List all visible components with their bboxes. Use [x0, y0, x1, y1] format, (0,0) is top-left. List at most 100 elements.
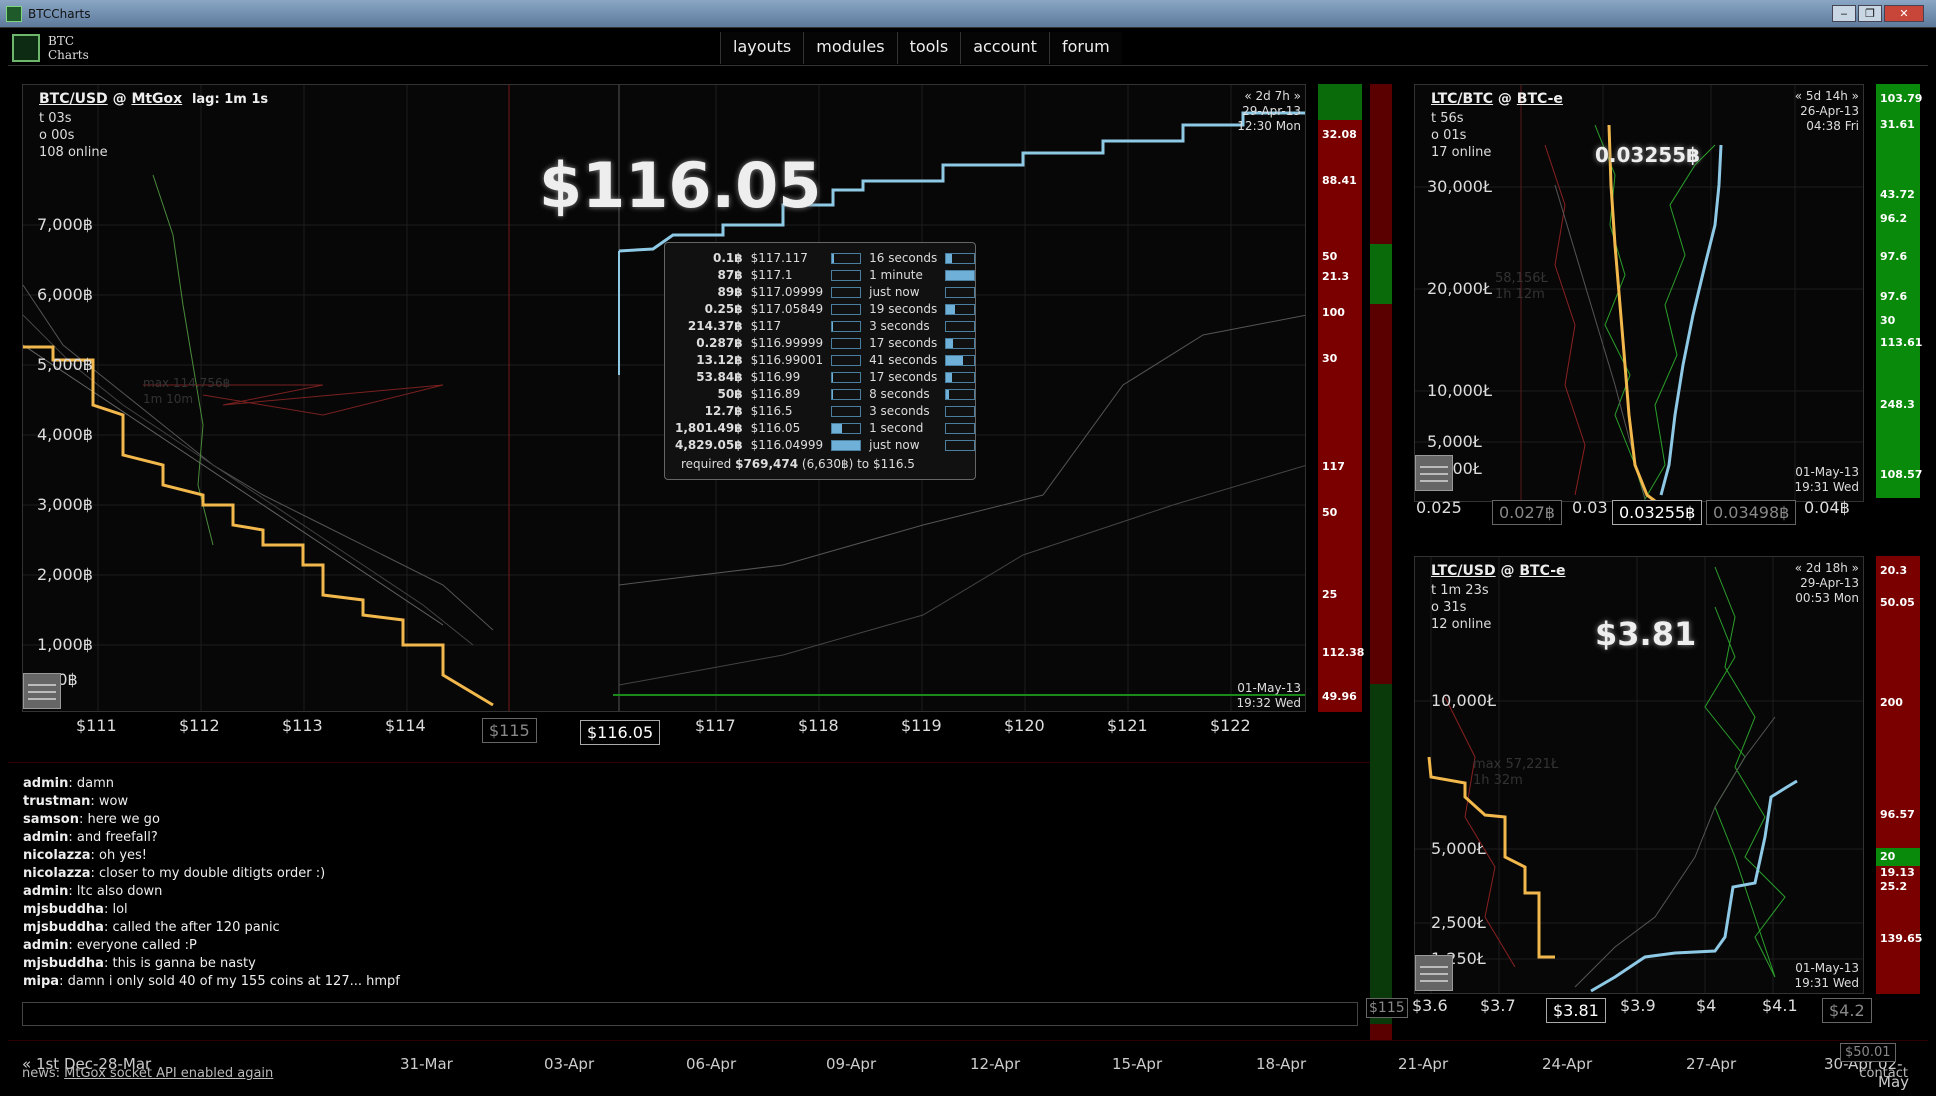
ltcbtc-scroll-handle[interactable]: [1415, 455, 1453, 491]
sidebar-value: 139.65: [1880, 932, 1923, 945]
timeline-date-label: 06-Apr: [686, 1055, 737, 1073]
ltcusd-last-price: $3.81: [1595, 615, 1697, 653]
ltcbtc-orders-sidebar[interactable]: 103.79 31.61 43.72 96.2 97.6 97.6 30 113…: [1876, 84, 1923, 498]
chat-username[interactable]: admin: [23, 884, 68, 899]
btc-scroll-handle[interactable]: [23, 673, 61, 709]
chat-message: mjsbuddha: lol: [8, 901, 1370, 919]
order-volume-bar: [827, 249, 865, 266]
contact-link[interactable]: contact: [1859, 1066, 1908, 1081]
chat-text: : closer to my double ditigts order :): [90, 866, 326, 881]
sidebar-value: 96.57: [1880, 808, 1915, 821]
chat-username[interactable]: mjsbuddha: [23, 956, 104, 971]
order-price: $117.05849: [750, 301, 824, 316]
chat-username[interactable]: admin: [23, 776, 68, 791]
btc-orders-sidebar[interactable]: 32.08 88.41 50 21.3 100 30 117 50 25 112…: [1318, 84, 1364, 712]
chat-username[interactable]: mjsbuddha: [23, 920, 104, 935]
sidebar-value: 50: [1322, 506, 1338, 519]
order-row: 13.12฿ $116.99001 41 seconds: [671, 351, 979, 368]
chat-username[interactable]: nicolazza: [23, 866, 90, 881]
nav-modules[interactable]: modules: [803, 32, 897, 64]
order-price: $116.99: [750, 369, 801, 384]
timeline-date-label: 18-Apr: [1256, 1055, 1307, 1073]
ltcusd-stats: t 1m 23s o 31s 12 online: [1431, 583, 1492, 632]
logo[interactable]: BTC Charts: [12, 32, 102, 64]
nav-tools[interactable]: tools: [896, 32, 961, 64]
order-depth-bar: [941, 402, 979, 419]
chat-panel: admin: damn trustman: wow samson: here we …: [8, 762, 1370, 1034]
timeline-date-label: 03-Apr: [544, 1055, 595, 1073]
x-axis-label: $119: [901, 716, 942, 735]
chat-username[interactable]: samson: [23, 812, 79, 827]
order-age: 41 seconds: [869, 352, 938, 367]
ltcusd-orders-sidebar[interactable]: 20.3 50.05 200 96.57 20 19.13 25.2 139.6…: [1876, 556, 1923, 994]
chat-text: : damn i only sold 40 of my 155 coins at…: [59, 974, 400, 989]
sidebar-value: 108.57: [1880, 468, 1923, 481]
order-price: $116.05: [750, 420, 801, 435]
chat-input[interactable]: [22, 1002, 1358, 1026]
chat-username[interactable]: mipa: [23, 974, 59, 989]
maximize-button[interactable]: ❐: [1858, 5, 1882, 22]
order-price: $116.5: [750, 403, 793, 418]
btc-range-top[interactable]: « 2d 7h » 29-Apr-13 12:30 Mon: [1237, 89, 1301, 134]
order-row: 1,801.49฿ $116.05 1 second: [671, 419, 979, 436]
chat-username[interactable]: nicolazza: [23, 848, 90, 863]
nav-forum[interactable]: forum: [1048, 32, 1122, 64]
window-titlebar: BTCCharts ‒ ❐ ✕: [0, 0, 1936, 28]
ltcbtc-range-top[interactable]: « 5d 14h » 26-Apr-13 04:38 Fri: [1795, 89, 1859, 134]
sidebar-value: 25.2: [1880, 880, 1908, 893]
order-age: 16 seconds: [869, 250, 938, 265]
main-nav: layouts modules tools account forum: [720, 32, 1122, 64]
ltcbtc-x-box-dim: 0.027฿: [1492, 500, 1562, 525]
timeline-bar[interactable]: « 1st Dec-28-Mar 31-Mar 03-Apr 06-Apr 09-Apr…: [8, 1040, 1928, 1096]
order-volume-bar: [827, 266, 865, 283]
nav-account[interactable]: account: [960, 32, 1049, 64]
chat-username[interactable]: mjsbuddha: [23, 902, 104, 917]
order-price: $117.1: [750, 267, 793, 282]
chat-username[interactable]: admin: [23, 938, 68, 953]
sidebar-value: 20: [1880, 850, 1896, 863]
order-row: 0.287฿ $116.99999 17 seconds: [671, 334, 979, 351]
minimize-button[interactable]: ‒: [1832, 5, 1856, 22]
x-axis-label: $111: [76, 716, 117, 735]
ltcusd-range-top[interactable]: « 2d 18h » 29-Apr-13 00:53 Mon: [1795, 561, 1859, 606]
ltcbtc-stats: t 56s o 01s 17 online: [1431, 111, 1492, 160]
x-axis-label: $118: [798, 716, 839, 735]
timeline-date-label: 12-Apr: [970, 1055, 1021, 1073]
y-axis-label: 30,000Ł: [1427, 177, 1492, 196]
order-age: just now: [869, 437, 920, 452]
logo-text-line2: Charts: [48, 48, 89, 62]
chat-username[interactable]: admin: [23, 830, 68, 845]
ltc-btc-depth-chart[interactable]: LTC/BTC @ BTC-e t 56s o 01s 17 online 58,1…: [1414, 84, 1864, 502]
order-age: 8 seconds: [869, 386, 930, 401]
ltcusd-scroll-handle[interactable]: [1415, 955, 1453, 991]
y-axis-label: 10,000Ł: [1431, 691, 1496, 710]
ltcusd-ghost-annotation: max 57,221Ł 1h 32m: [1473, 757, 1559, 788]
chat-username[interactable]: trustman: [23, 794, 90, 809]
window-controls: ‒ ❐ ✕: [1832, 5, 1924, 22]
sidebar-value: 88.41: [1322, 174, 1357, 187]
news-link[interactable]: MtGox socket API enabled again: [64, 1066, 273, 1081]
btc-range-bottom: 01-May-13 19:32 Wed: [1236, 681, 1301, 710]
sidebar-value: 32.08: [1322, 128, 1357, 141]
window-title: BTCCharts: [28, 7, 91, 21]
logo-text-line1: BTC: [48, 34, 75, 48]
order-table: 0.1฿ $117.117 16 seconds 87฿ $117.1 1 minute 8…: [671, 249, 979, 453]
btc-pair-label[interactable]: BTC/USD @ MtGox lag: 1m 1s: [39, 91, 268, 107]
chat-message: nicolazza: closer to my double ditigts o…: [8, 865, 1370, 883]
y-axis-label: 5,000Ł: [1427, 432, 1482, 451]
close-button[interactable]: ✕: [1884, 5, 1924, 22]
chat-log: admin: damn trustman: wow samson: here we …: [8, 763, 1370, 991]
x-axis-label: 0.025: [1416, 498, 1462, 517]
chat-text: : wow: [90, 794, 129, 809]
order-amount: 12.7฿: [704, 403, 743, 418]
x-axis-label: $117: [695, 716, 736, 735]
ltcbtc-pair-label[interactable]: LTC/BTC @ BTC-e: [1431, 91, 1563, 107]
order-price: $117: [750, 318, 782, 333]
ltcusd-pair-label[interactable]: LTC/USD @ BTC-e: [1431, 563, 1566, 579]
sidebar-value: 113.61: [1880, 336, 1923, 349]
nav-layouts[interactable]: layouts: [720, 32, 804, 64]
btc-current-price-marker: $116.05: [580, 720, 661, 745]
ltc-usd-depth-chart[interactable]: LTC/USD @ BTC-e t 1m 23s o 31s 12 online m…: [1414, 556, 1864, 994]
btc-last-price: $116.05: [539, 149, 822, 222]
sidebar-value: 248.3: [1880, 398, 1915, 411]
